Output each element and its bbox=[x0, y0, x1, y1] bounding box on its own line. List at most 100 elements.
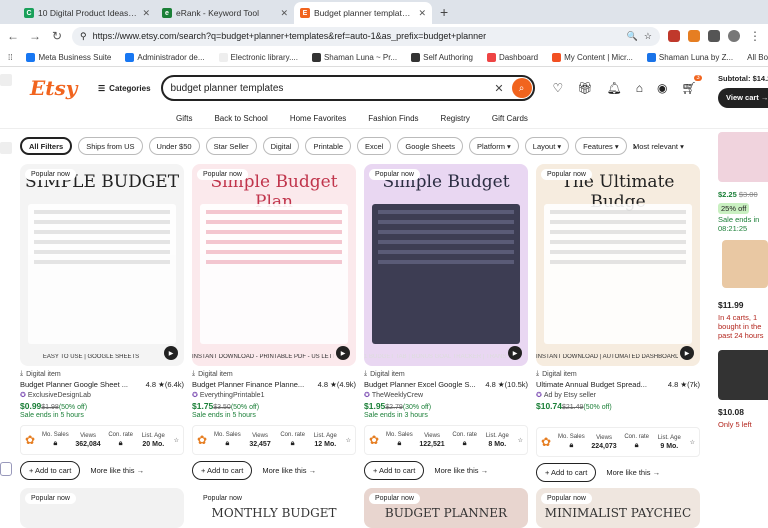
play-video-icon[interactable]: ▶ bbox=[508, 346, 522, 360]
cart-item-thumb[interactable] bbox=[718, 132, 768, 182]
play-video-icon[interactable]: ▶ bbox=[336, 346, 350, 360]
close-tab-icon[interactable]: ✕ bbox=[418, 8, 426, 19]
close-tab-icon[interactable]: ✕ bbox=[142, 8, 150, 19]
product-image[interactable]: Popular now MONTHLY BUDGET bbox=[192, 488, 356, 528]
subnav-link[interactable]: Home Favorites bbox=[290, 114, 346, 123]
bookmark-item[interactable]: Dashboard bbox=[486, 52, 538, 62]
filter-chip[interactable]: Platform ▾ bbox=[469, 137, 519, 155]
more-like-this-link[interactable]: More like this → bbox=[606, 468, 660, 477]
site-info-icon[interactable]: ⚲ bbox=[80, 31, 87, 42]
menu-icon[interactable]: ⋮ bbox=[748, 29, 762, 43]
filter-chip[interactable]: Printable bbox=[305, 137, 352, 155]
browser-tab[interactable]: C 10 Digital Product Ideas that s... ✕ bbox=[18, 2, 156, 24]
apps-grid-icon[interactable]: ⁞⁞ bbox=[8, 53, 12, 62]
filter-chip[interactable]: Features ▾ bbox=[575, 137, 627, 155]
filter-chip[interactable]: Layout ▾ bbox=[524, 137, 570, 155]
bookmark-item[interactable]: Electronic library.... bbox=[218, 52, 298, 62]
play-video-icon[interactable]: ▶ bbox=[164, 346, 178, 360]
cart-item-thumb[interactable] bbox=[718, 350, 768, 400]
subnav-link[interactable]: Fashion Finds bbox=[368, 114, 418, 123]
clear-search-icon[interactable]: ✕ bbox=[486, 82, 511, 95]
gift-icon[interactable]: 🎁︎ bbox=[577, 81, 592, 95]
product-title[interactable]: Budget Planner Finance Planne... bbox=[192, 380, 310, 389]
more-like-this-link[interactable]: More like this → bbox=[262, 466, 316, 475]
categories-button[interactable]: ☰ Categories bbox=[98, 84, 151, 93]
shop-name-row[interactable]: ✪ TheWeeklyCrew bbox=[364, 391, 528, 400]
notifications-bell-icon[interactable]: 🔔︎ bbox=[607, 81, 622, 95]
filter-chip[interactable]: Star Seller bbox=[205, 137, 257, 155]
erank-star-icon[interactable]: ☆ bbox=[170, 437, 183, 444]
product-card[interactable]: Popular now Simple Budget 1 BUDGET TAB | B… bbox=[364, 164, 528, 480]
filter-chip[interactable]: Under $50 bbox=[148, 137, 200, 155]
add-to-cart-button[interactable]: + Add to cart bbox=[364, 461, 425, 480]
product-card[interactable]: Popular now BUDGET PLANNER bbox=[364, 488, 528, 528]
zoom-icon[interactable]: 🔍 bbox=[627, 31, 638, 42]
url-bar[interactable]: ⚲ https://www.etsy.com/search?q=budget+p… bbox=[72, 26, 660, 46]
search-input[interactable]: budget planner templates bbox=[171, 83, 487, 94]
bookmark-item[interactable]: Shaman Luna ~ Pr... bbox=[311, 52, 397, 62]
back-icon[interactable]: ← bbox=[6, 29, 20, 43]
product-card[interactable]: Popular now Simple Budget Plan INSTANT DOW… bbox=[192, 164, 356, 480]
extension-icon[interactable] bbox=[668, 30, 680, 42]
product-image[interactable]: Popular now SIMPLE BUDGET EASY TO USE | GO… bbox=[20, 164, 184, 366]
extension-icon[interactable] bbox=[688, 30, 700, 42]
subnav-link[interactable]: Gifts bbox=[176, 114, 192, 123]
profile-avatar[interactable] bbox=[728, 30, 740, 42]
extensions-puzzle-icon[interactable] bbox=[708, 30, 720, 42]
shop-name[interactable]: ExclusiveDesignLab bbox=[28, 392, 91, 399]
subnav-link[interactable]: Back to School bbox=[214, 114, 267, 123]
product-title-row[interactable]: Budget Planner Finance Planne... 4.8 ★(4.… bbox=[192, 380, 356, 389]
new-tab-icon[interactable]: + bbox=[432, 2, 456, 24]
filter-chip[interactable]: All Filters bbox=[20, 137, 73, 155]
product-image[interactable]: Popular now BUDGET PLANNER bbox=[364, 488, 528, 528]
product-image[interactable]: Popular now Simple Budget Plan INSTANT DOW… bbox=[192, 164, 356, 366]
product-title-row[interactable]: Ultimate Annual Budget Spread... 4.8 ★(7k… bbox=[536, 380, 700, 389]
bookmark-item[interactable]: Administrador de... bbox=[125, 52, 205, 62]
add-to-cart-button[interactable]: + Add to cart bbox=[536, 463, 597, 482]
erank-star-icon[interactable]: ☆ bbox=[686, 439, 699, 446]
more-like-this-link[interactable]: More like this → bbox=[434, 466, 488, 475]
product-image[interactable]: Popular now Simple Budget 1 BUDGET TAB | B… bbox=[364, 164, 528, 366]
filter-chip[interactable]: Google Sheets bbox=[397, 137, 464, 155]
bookmark-item[interactable]: Shaman Luna by Z... bbox=[646, 52, 733, 62]
shop-name-row[interactable]: ✪ EverythingPrintable1 bbox=[192, 391, 356, 400]
account-avatar[interactable]: ◉ bbox=[657, 81, 667, 95]
add-to-cart-button[interactable]: + Add to cart bbox=[20, 461, 81, 480]
product-image[interactable]: Popular now The Ultimate Budge INSTANT DOW… bbox=[536, 164, 700, 366]
shop-name[interactable]: EverythingPrintable1 bbox=[200, 392, 265, 399]
product-card[interactable]: Popular now bbox=[20, 488, 184, 528]
erank-star-icon[interactable]: ☆ bbox=[342, 437, 355, 444]
erank-star-icon[interactable]: ☆ bbox=[514, 437, 527, 444]
product-card[interactable]: Popular now SIMPLE BUDGET EASY TO USE | GO… bbox=[20, 164, 184, 480]
product-image[interactable]: Popular now MINIMALIST PAYCHEC bbox=[536, 488, 700, 528]
product-title[interactable]: Ultimate Annual Budget Spread... bbox=[536, 380, 654, 389]
reload-icon[interactable]: ↻ bbox=[50, 29, 64, 43]
subnav-link[interactable]: Registry bbox=[441, 114, 470, 123]
search-box[interactable]: budget planner templates ✕ ⌕ bbox=[160, 75, 535, 101]
bookmark-item[interactable]: Self Authoring bbox=[411, 52, 473, 62]
product-title-row[interactable]: Budget Planner Excel Google S... 4.8 ★(10… bbox=[364, 380, 528, 389]
shop-name[interactable]: Ad by Etsy seller bbox=[544, 392, 596, 399]
bookmark-star-icon[interactable]: ☆ bbox=[644, 31, 652, 42]
product-title-row[interactable]: Budget Planner Google Sheet ... 4.8 ★(6.4… bbox=[20, 380, 184, 389]
product-image[interactable]: Popular now bbox=[20, 488, 184, 528]
etsy-logo[interactable]: Etsy bbox=[30, 76, 88, 100]
subnav-link[interactable]: Gift Cards bbox=[492, 114, 528, 123]
product-card[interactable]: Popular now MINIMALIST PAYCHEC bbox=[536, 488, 700, 528]
shop-manager-icon[interactable]: ⌂ bbox=[636, 81, 643, 95]
cart-icon[interactable]: 🛒︎ 3 bbox=[682, 75, 702, 95]
browser-tab[interactable]: e eRank - Keyword Tool ✕ bbox=[156, 2, 294, 24]
favorites-heart-icon[interactable]: ♡ bbox=[553, 81, 564, 95]
bookmark-item[interactable]: Meta Business Suite bbox=[26, 52, 111, 62]
search-icon[interactable]: ⌕ bbox=[511, 78, 532, 98]
product-card[interactable]: Popular now MONTHLY BUDGET bbox=[192, 488, 356, 528]
add-to-cart-button[interactable]: + Add to cart bbox=[192, 461, 253, 480]
forward-icon[interactable]: → bbox=[28, 29, 42, 43]
filter-chip[interactable]: Ships from US bbox=[78, 137, 143, 155]
shop-name-row[interactable]: ✪ Ad by Etsy seller bbox=[536, 391, 700, 400]
play-video-icon[interactable]: ▶ bbox=[680, 346, 694, 360]
all-bookmarks[interactable]: All Bookm bbox=[747, 53, 768, 62]
browser-tab[interactable]: E Budget planner templates - E... ✕ bbox=[294, 2, 432, 24]
bookmark-item[interactable]: My Content | Micr... bbox=[552, 52, 633, 62]
product-title[interactable]: Budget Planner Excel Google S... bbox=[364, 380, 482, 389]
